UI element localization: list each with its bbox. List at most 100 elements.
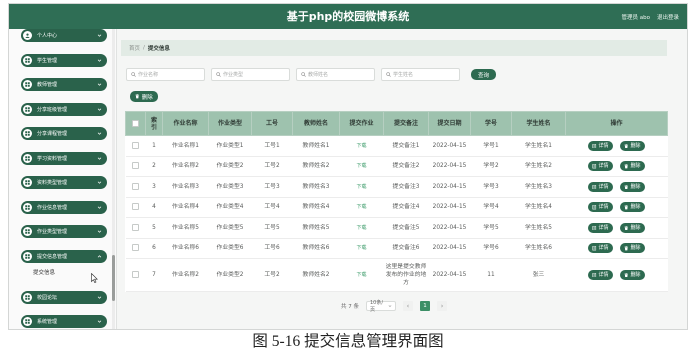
column-header-submission: 提交作业 <box>339 111 384 136</box>
row-checkbox[interactable] <box>132 223 139 231</box>
homework-type-input[interactable] <box>223 69 287 80</box>
query-button[interactable]: 查询 <box>471 69 496 80</box>
grid-icon <box>23 227 32 236</box>
delete-button[interactable]: 删除 <box>620 181 645 192</box>
row-checkbox[interactable] <box>132 271 139 278</box>
sidebar-item-personal-center[interactable]: 个人中心 <box>21 29 107 42</box>
sidebar-item-shared-class-management[interactable]: 分享班级管理 <box>21 102 107 116</box>
homework-type-cell: 作业类型6 <box>208 238 252 259</box>
chevron-down-icon <box>97 180 102 185</box>
chevron-left-icon <box>406 304 410 308</box>
detail-button[interactable]: 详情 <box>588 161 613 172</box>
sidebar-item-homework-type-management[interactable]: 作业类型管理 <box>21 225 107 238</box>
delete-button[interactable]: 删除 <box>620 140 645 151</box>
remark-cell: 提交备注2 <box>383 156 429 177</box>
batch-delete-button[interactable]: 删除 <box>130 91 158 102</box>
sidebar-scrollbar[interactable] <box>112 29 115 329</box>
index-cell: 7 <box>145 258 163 292</box>
row-checkbox[interactable] <box>132 182 139 190</box>
trash-icon <box>624 164 629 169</box>
prev-page-button[interactable] <box>403 301 413 311</box>
breadcrumb-home[interactable]: 首页 <box>129 44 140 52</box>
delete-button[interactable]: 删除 <box>620 243 645 254</box>
sidebar-item-homework-info-management[interactable]: 作业信息管理 <box>21 200 107 214</box>
student-name-input[interactable] <box>393 69 457 80</box>
sidebar: 个人中心 学生管理 教师管理 分享班级管理 分享课程管理 学习资料管理 资料类型… <box>9 29 117 329</box>
sidebar-scrollbar-thumb[interactable] <box>112 255 115 301</box>
table-row: 7 作业名称2 作业类型2 工号2 教师姓名2 下载 这里是提交教师发布的作业的地方 2022… <box>125 258 668 292</box>
sidebar-item-study-material-management[interactable]: 学习资料管理 <box>21 151 107 165</box>
chevron-down-icon <box>97 82 102 87</box>
search-field-student-name[interactable] <box>381 68 460 81</box>
actions-cell: 详情 删除 <box>565 156 668 177</box>
delete-button[interactable]: 删除 <box>620 202 645 213</box>
teacher-name-input[interactable] <box>308 69 372 80</box>
grid-icon <box>23 153 32 163</box>
search-field-teacher-name[interactable] <box>296 68 375 81</box>
submit-date-cell: 2022-04-15 <box>428 176 471 198</box>
student-id-cell: 学号1 <box>470 135 512 157</box>
grid-icon <box>23 104 32 114</box>
student-name-cell: 学生姓名5 <box>511 217 566 239</box>
search-field-homework-name[interactable] <box>126 68 205 81</box>
column-header-actions: 操作 <box>565 111 668 136</box>
document-icon <box>592 246 597 251</box>
sidebar-item-system-management[interactable]: 系统管理 <box>21 315 107 328</box>
chevron-down-icon <box>97 33 102 38</box>
current-page-button[interactable]: 1 <box>420 301 430 311</box>
column-header-remark: 提交备注 <box>383 111 429 136</box>
submission-cell: 下载 <box>339 217 384 239</box>
row-checkbox[interactable] <box>132 162 139 170</box>
submit-date-cell: 2022-04-15 <box>428 258 471 292</box>
sidebar-item-teacher-management[interactable]: 教师管理 <box>21 78 107 91</box>
student-id-cell: 学号5 <box>470 217 512 239</box>
detail-button[interactable]: 详情 <box>588 222 613 233</box>
sidebar-item-shared-course-management[interactable]: 分享课程管理 <box>21 127 107 140</box>
trash-icon <box>624 205 629 210</box>
chevron-down-icon <box>97 205 102 210</box>
row-checkbox[interactable] <box>132 203 139 211</box>
table-row: 3 作业名称3 作业类型3 工号3 教师姓名3 下载 提交备注3 2022-04-15 学号3 学… <box>125 176 668 198</box>
download-link[interactable]: 下载 <box>356 272 366 278</box>
search-field-homework-type[interactable] <box>211 68 290 81</box>
sidebar-item-submission-info-management[interactable]: 提交信息管理 <box>21 249 107 263</box>
sidebar-item-student-management[interactable]: 学生管理 <box>21 53 107 67</box>
download-link[interactable]: 下载 <box>356 245 366 251</box>
detail-button[interactable]: 详情 <box>588 181 613 192</box>
download-link[interactable]: 下载 <box>356 163 366 169</box>
detail-button[interactable]: 详情 <box>588 202 613 213</box>
download-link[interactable]: 下载 <box>356 184 366 190</box>
row-checkbox[interactable] <box>132 141 139 149</box>
sidebar-item-label: 资料类型管理 <box>37 180 68 186</box>
chevron-down-icon <box>97 107 102 112</box>
download-link[interactable]: 下载 <box>356 143 366 149</box>
next-page-button[interactable] <box>437 301 447 311</box>
column-header-teacher-name: 教师姓名 <box>292 111 340 136</box>
document-icon <box>592 205 597 210</box>
sidebar-item-material-type-management[interactable]: 资料类型管理 <box>21 176 107 189</box>
homework-type-cell: 作业类型2 <box>208 156 252 177</box>
student-id-cell: 学号2 <box>470 156 512 177</box>
sidebar-item-campus-forum[interactable]: 校园论坛 <box>21 290 107 304</box>
download-link[interactable]: 下载 <box>356 225 366 231</box>
detail-button[interactable]: 详情 <box>588 243 613 254</box>
submission-cell: 下载 <box>339 197 384 218</box>
detail-button[interactable]: 详情 <box>588 270 613 280</box>
grid-icon <box>23 292 32 302</box>
actions-cell: 详情 删除 <box>565 197 668 218</box>
teacher-name-cell: 教师姓名5 <box>292 217 340 239</box>
chevron-down-icon <box>97 58 102 63</box>
homework-name-cell: 作业名称2 <box>162 258 209 292</box>
select-all-checkbox[interactable] <box>132 120 139 127</box>
trash-icon <box>624 226 629 231</box>
download-link[interactable]: 下载 <box>356 204 366 210</box>
homework-name-input[interactable] <box>138 69 202 80</box>
delete-button[interactable]: 删除 <box>620 270 645 280</box>
delete-button[interactable]: 删除 <box>620 161 645 172</box>
row-checkbox[interactable] <box>132 244 139 252</box>
page-size-select[interactable]: 10条/页 <box>366 300 396 313</box>
logout-link[interactable]: 退出登录 <box>657 13 679 21</box>
detail-button[interactable]: 详情 <box>588 140 613 151</box>
delete-button[interactable]: 删除 <box>620 222 645 233</box>
sidebar-item-label: 分享课程管理 <box>37 131 68 137</box>
